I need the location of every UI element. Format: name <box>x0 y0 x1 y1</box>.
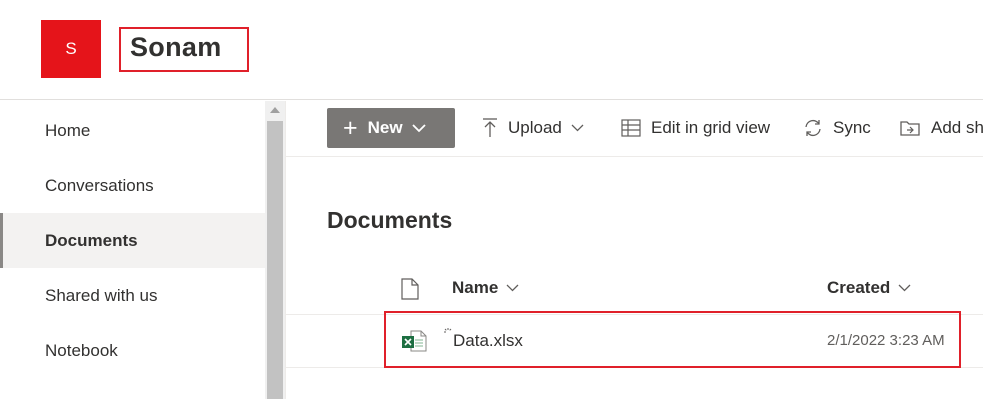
nav-item-label: Home <box>45 120 91 140</box>
upload-icon <box>482 118 498 138</box>
add-shortcut-icon <box>899 118 921 138</box>
add-shortcut-label: Add sh <box>931 118 983 137</box>
site-header: S Sonam <box>0 0 983 100</box>
chevron-down-icon <box>411 118 426 138</box>
site-logo[interactable]: S <box>41 20 101 78</box>
file-type-column-icon[interactable] <box>401 278 419 305</box>
nav-item-notebook[interactable]: Notebook <box>0 323 265 378</box>
add-shortcut-button[interactable]: Add sh <box>899 108 983 148</box>
row-highlight-box <box>384 311 961 368</box>
nav-item-label: Notebook <box>45 340 118 360</box>
upload-label: Upload <box>508 118 562 137</box>
edit-grid-view-button[interactable]: Edit in grid view <box>621 108 770 148</box>
nav-item-label: Conversations <box>45 175 154 195</box>
left-navigation: Home Conversations Documents Shared with… <box>0 101 265 399</box>
column-header-name-label: Name <box>452 278 499 297</box>
column-header-created[interactable]: Created <box>827 278 911 298</box>
nav-item-home[interactable]: Home <box>0 103 265 158</box>
nav-item-shared-with-us[interactable]: Shared with us <box>0 268 265 323</box>
chevron-down-icon <box>506 284 519 292</box>
new-button[interactable]: + New <box>327 108 455 148</box>
scroll-up-arrow-icon[interactable] <box>265 101 285 119</box>
chevron-down-icon <box>898 284 911 292</box>
nav-item-documents[interactable]: Documents <box>0 213 265 268</box>
nav-item-conversations[interactable]: Conversations <box>0 158 265 213</box>
upload-button[interactable]: Upload <box>482 108 584 148</box>
nav-item-label: Documents <box>45 230 138 250</box>
command-bar: + New Upload Edit in grid view Sync Add … <box>286 101 983 157</box>
sync-button[interactable]: Sync <box>803 108 871 148</box>
sync-label: Sync <box>833 118 871 137</box>
column-header-row: Name Created <box>286 265 983 315</box>
nav-item-label: Shared with us <box>45 285 158 305</box>
plus-icon: + <box>343 113 358 142</box>
grid-icon <box>621 119 641 137</box>
new-button-label: New <box>367 118 403 137</box>
edit-grid-view-label: Edit in grid view <box>651 118 771 137</box>
column-header-created-label: Created <box>827 278 891 297</box>
sync-icon <box>803 118 823 138</box>
site-title[interactable]: Sonam <box>130 32 222 63</box>
site-logo-letter: S <box>65 39 77 58</box>
nav-scrollbar[interactable] <box>265 101 285 399</box>
column-header-name[interactable]: Name <box>452 278 519 298</box>
scrollbar-thumb[interactable] <box>267 121 283 399</box>
library-title: Documents <box>327 207 453 233</box>
chevron-down-icon <box>571 124 584 132</box>
